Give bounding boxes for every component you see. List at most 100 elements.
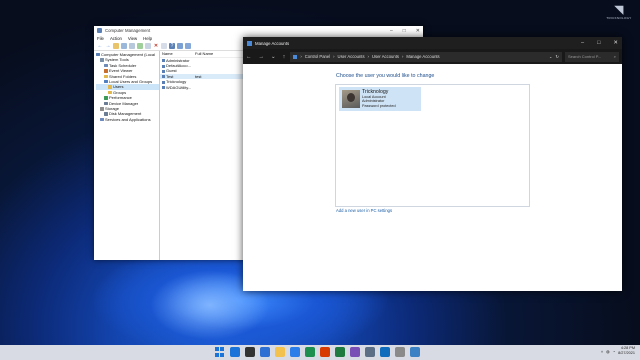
computer-management-icon (97, 28, 102, 33)
tree-node[interactable]: Services and Applications (96, 117, 159, 122)
breadcrumb-item[interactable]: User Accounts (338, 54, 365, 59)
user-name: WDAGUtility... (166, 84, 192, 90)
tree-view-icon[interactable] (121, 42, 127, 49)
ma-titlebar[interactable]: Manage Accounts – □ ✕ (243, 37, 622, 49)
cm-tree-pane: Computer Management (Local System Tools Ta… (94, 51, 160, 260)
search-placeholder: Search Control P... (568, 54, 602, 59)
user-icon (162, 64, 165, 68)
delete-icon[interactable]: ✕ (153, 43, 159, 49)
search-input[interactable]: Search Control P... ⌕ (565, 51, 619, 62)
menu-view[interactable]: View (128, 36, 137, 41)
back-arrow-icon[interactable]: ← (246, 54, 252, 60)
export-icon[interactable] (145, 42, 151, 49)
system-tray: ˄ ◍ ◔ 4:28 PM 8/27/2021 (601, 346, 635, 356)
taskbar-app-icon[interactable] (380, 347, 390, 357)
taskbar-app-icon[interactable] (365, 347, 375, 357)
tree-node-icon (100, 107, 104, 111)
breadcrumb-separator-icon: › (367, 54, 369, 59)
maximize-icon[interactable]: □ (403, 28, 406, 34)
avatar (342, 90, 360, 108)
taskbar-app-icon[interactable] (305, 347, 315, 357)
user-name-cell: WDAGUtility... (160, 85, 195, 90)
user-name: Administrator (166, 57, 190, 63)
list-icon[interactable] (129, 42, 135, 49)
column-name[interactable]: Name (160, 51, 195, 56)
avatar-face (347, 93, 355, 102)
help-icon[interactable]: ? (169, 42, 175, 49)
column-full-name[interactable]: Full Name (195, 51, 245, 56)
logo-text: TRICKNOLOGY (606, 16, 632, 20)
minimize-icon[interactable]: – (390, 28, 393, 34)
add-new-user-link[interactable]: Add a new user in PC settings (336, 208, 392, 213)
chevron-down-icon[interactable]: ⌄ (271, 54, 276, 60)
tree-node-icon (108, 85, 112, 89)
users-icon[interactable] (185, 42, 191, 49)
user-icon (162, 59, 165, 63)
manage-accounts-window[interactable]: Manage Accounts – □ ✕ ← → ⌄ ↑ › Control … (243, 37, 622, 291)
start-button[interactable] (215, 347, 225, 357)
cm-window-title: Computer Management (105, 28, 151, 33)
breadcrumb-separator-icon: › (401, 54, 404, 59)
tree-node-label: Services and Applications (105, 116, 151, 122)
user-icon (162, 75, 165, 79)
tree-node-icon (104, 101, 108, 106)
taskbar-app-icon[interactable] (320, 347, 330, 357)
minimize-icon[interactable]: – (581, 40, 584, 46)
close-icon[interactable]: ✕ (416, 28, 420, 34)
forward-arrow-icon[interactable]: → (259, 54, 265, 60)
ma-content: Choose the user you would like to change… (243, 64, 622, 291)
search-icon: ⌕ (613, 54, 616, 59)
user-name-cell: Test (160, 74, 195, 79)
taskbar-app-icon[interactable] (395, 347, 405, 357)
account-tile-tricknology[interactable]: Tricknology Local Account Administrator … (339, 87, 421, 111)
tree-node-icon (104, 79, 108, 84)
menu-help[interactable]: Help (143, 36, 152, 41)
taskbar-app-icon[interactable] (410, 347, 420, 357)
up-arrow-icon[interactable]: ↑ (283, 54, 286, 60)
user-name: DefaultAcco... (166, 63, 191, 69)
tree-node-icon (100, 117, 104, 122)
chevron-down-icon[interactable]: ⌄ (549, 54, 553, 59)
network-icon[interactable]: ◍ (606, 349, 610, 354)
user-name-cell: Administrator (160, 58, 195, 63)
taskbar-app-icon[interactable] (290, 347, 300, 357)
menu-action[interactable]: Action (110, 36, 122, 41)
taskbar-app-icon[interactable] (260, 347, 270, 357)
taskbar-app-icon[interactable] (230, 347, 240, 357)
maximize-icon[interactable]: □ (597, 40, 600, 46)
tree-node-icon (104, 74, 108, 79)
page-title: Choose the user you would like to change (336, 73, 435, 79)
breadcrumb-item[interactable]: User Accounts (372, 54, 399, 59)
taskbar-app-icon[interactable] (245, 347, 255, 357)
breadcrumb-item[interactable]: Manage Accounts (406, 54, 439, 59)
clock[interactable]: 4:28 PM 8/27/2021 (618, 346, 635, 356)
clock-date: 8/27/2021 (618, 351, 635, 355)
properties-icon[interactable] (161, 42, 167, 49)
breadcrumb[interactable]: › Control Panel › User Accounts › User A… (290, 51, 562, 62)
forward-arrow-icon[interactable]: → (105, 43, 111, 49)
folder-icon[interactable] (113, 42, 119, 49)
tree-node-icon (104, 112, 108, 116)
taskbar-app-icon[interactable] (275, 347, 285, 357)
account-password-status: Password protected (362, 103, 396, 108)
ma-address-bar: ← → ⌄ ↑ › Control Panel › User Accounts … (243, 49, 622, 64)
menu-file[interactable]: File (97, 36, 104, 41)
refresh-icon[interactable] (137, 42, 143, 49)
taskbar-app-icon[interactable] (350, 347, 360, 357)
refresh-icon[interactable]: ↻ (555, 54, 559, 59)
taskbar-app-icon[interactable] (335, 347, 345, 357)
close-icon[interactable]: ✕ (613, 40, 618, 46)
tree-node-icon (104, 63, 108, 68)
tree-node-icon (108, 90, 112, 95)
breadcrumb-item[interactable]: Control Panel (305, 54, 330, 59)
user-name-cell: Tricknology (160, 79, 195, 84)
user-name: Test (166, 73, 174, 79)
ma-window-title: Manage Accounts (255, 40, 290, 46)
tricknology-logo: ◥ TRICKNOLOGY (606, 4, 632, 24)
control-panel-icon (247, 40, 252, 46)
cm-titlebar[interactable]: Computer Management – □ ✕ (94, 26, 423, 35)
back-arrow-icon[interactable]: ← (97, 43, 103, 49)
volume-icon[interactable]: ◔ (613, 349, 615, 354)
mmc-icon[interactable] (177, 42, 183, 49)
chevron-up-icon[interactable]: ˄ (601, 349, 603, 354)
